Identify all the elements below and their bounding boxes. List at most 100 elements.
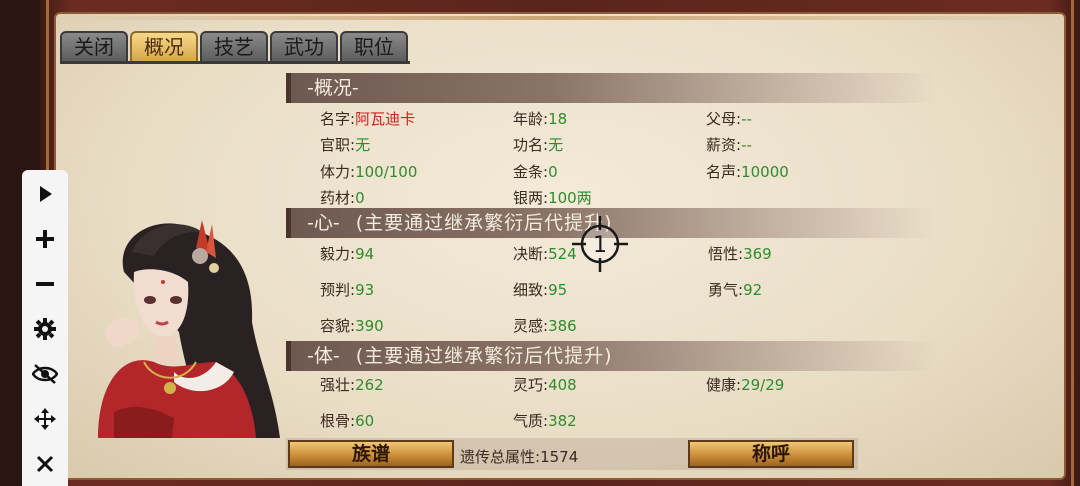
stat-value: 95: [548, 281, 568, 299]
stat-office: 官职:无: [320, 134, 370, 155]
heart-header-text: -心-: [307, 212, 340, 234]
stat-label: 容貌:: [320, 317, 356, 335]
stat-value: --: [741, 110, 752, 128]
stat-salary: 薪资:--: [706, 134, 752, 155]
stat-value: 29/29: [741, 376, 785, 394]
stat-label: 预判:: [320, 281, 356, 299]
stat-delicacy: 细致:95: [513, 279, 567, 300]
stat-herbs: 药材:0: [320, 187, 365, 208]
stat-label: 金条:: [513, 163, 549, 181]
overview-header: -概况-: [286, 73, 936, 103]
tab-skills[interactable]: 技艺: [200, 31, 268, 62]
eye-off-icon[interactable]: [22, 356, 68, 392]
stat-parents: 父母:--: [706, 108, 752, 129]
body-header-text: -体-: [307, 345, 340, 367]
stat-inspiration: 灵感:386: [513, 315, 577, 336]
tab-position[interactable]: 职位: [340, 31, 408, 62]
stat-looks: 容貌:390: [320, 315, 384, 336]
stat-value: 10000: [741, 163, 789, 181]
stat-value: 100两: [548, 189, 592, 207]
plus-icon[interactable]: [22, 221, 68, 257]
stat-label: 功名:: [513, 136, 549, 154]
stat-constitution: 根骨:60: [320, 410, 374, 431]
stat-value: --: [741, 136, 752, 154]
stat-label: 强壮:: [320, 376, 356, 394]
stat-decision: 决断:524: [513, 243, 577, 264]
stat-label: 名字:: [320, 110, 356, 128]
close-icon[interactable]: [22, 446, 68, 482]
inherit-total-value: 1574: [540, 448, 579, 466]
stat-silver: 银两:100两: [513, 187, 592, 208]
character-portrait: [98, 220, 280, 438]
move-icon[interactable]: [22, 401, 68, 437]
stat-label: 勇气:: [708, 281, 744, 299]
crosshair-label: 1: [593, 233, 607, 258]
body-header: -体- (主要通过继承繁衍后代提升): [286, 341, 936, 371]
stat-value: 18: [548, 110, 568, 128]
stat-label: 健康:: [706, 376, 742, 394]
stat-label: 年龄:: [513, 110, 549, 128]
tab-bar: 关闭 概况 技艺 武功 职位: [60, 31, 410, 62]
stat-age: 年龄:18: [513, 108, 567, 129]
stat-label: 悟性:: [708, 245, 744, 263]
stat-value: 100/100: [355, 163, 418, 181]
body-header-note: (主要通过继承繁衍后代提升): [355, 345, 613, 367]
stat-value: 无: [355, 136, 371, 154]
stat-health: 健康:29/29: [706, 374, 784, 395]
stat-value: 0: [355, 189, 365, 207]
crosshair-marker: 1: [572, 216, 628, 272]
stat-fame-title: 功名:无: [513, 134, 563, 155]
tab-martial-arts[interactable]: 武功: [270, 31, 338, 62]
stat-label: 官职:: [320, 136, 356, 154]
stat-label: 细致:: [513, 281, 549, 299]
stat-value: 60: [355, 412, 375, 430]
stat-label: 药材:: [320, 189, 356, 207]
stat-value: 369: [743, 245, 772, 263]
stat-label: 根骨:: [320, 412, 356, 430]
stat-gold: 金条:0: [513, 161, 558, 182]
stat-value: 390: [355, 317, 384, 335]
stat-name: 名字:阿瓦迪卡: [320, 108, 415, 129]
stat-value: 0: [548, 163, 558, 181]
play-icon[interactable]: [22, 176, 68, 212]
stat-foresight: 预判:93: [320, 279, 374, 300]
stat-value: 262: [355, 376, 384, 394]
stat-temperament: 气质:382: [513, 410, 577, 431]
stat-courage: 勇气:92: [708, 279, 762, 300]
stat-label: 灵感:: [513, 317, 549, 335]
stat-label: 名声:: [706, 163, 742, 181]
stat-label: 父母:: [706, 110, 742, 128]
inherit-total-label: 遗传总属性:: [460, 448, 541, 466]
stat-label: 决断:: [513, 245, 549, 263]
stat-reputation: 名声:10000: [706, 161, 789, 182]
stat-label: 气质:: [513, 412, 549, 430]
stat-agility: 灵巧:408: [513, 374, 577, 395]
stat-value: 94: [355, 245, 375, 263]
tab-underline: [60, 61, 410, 64]
inherit-total: 遗传总属性:1574: [460, 446, 578, 467]
title-button[interactable]: 称呼: [688, 440, 854, 468]
stat-value: 阿瓦迪卡: [355, 110, 416, 128]
tab-overview[interactable]: 概况: [130, 31, 198, 62]
tab-close[interactable]: 关闭: [60, 31, 128, 62]
stat-insight: 悟性:369: [708, 243, 772, 264]
stat-value: 92: [743, 281, 763, 299]
floating-toolbar: [22, 170, 68, 486]
stat-label: 银两:: [513, 189, 549, 207]
overview-header-text: -概况-: [307, 77, 359, 99]
stat-label: 体力:: [320, 163, 356, 181]
stat-value: 93: [355, 281, 375, 299]
stat-value: 408: [548, 376, 577, 394]
stat-value: 无: [548, 136, 564, 154]
stat-value: 382: [548, 412, 577, 430]
minus-icon[interactable]: [22, 266, 68, 302]
stat-stamina: 体力:100/100: [320, 161, 417, 182]
genealogy-button[interactable]: 族谱: [288, 440, 454, 468]
stat-label: 薪资:: [706, 136, 742, 154]
stat-perseverance: 毅力:94: [320, 243, 374, 264]
stat-label: 毅力:: [320, 245, 356, 263]
stat-value: 386: [548, 317, 577, 335]
panel-top-trim: [56, 16, 1064, 20]
gear-icon[interactable]: [22, 311, 68, 347]
stat-strength: 强壮:262: [320, 374, 384, 395]
